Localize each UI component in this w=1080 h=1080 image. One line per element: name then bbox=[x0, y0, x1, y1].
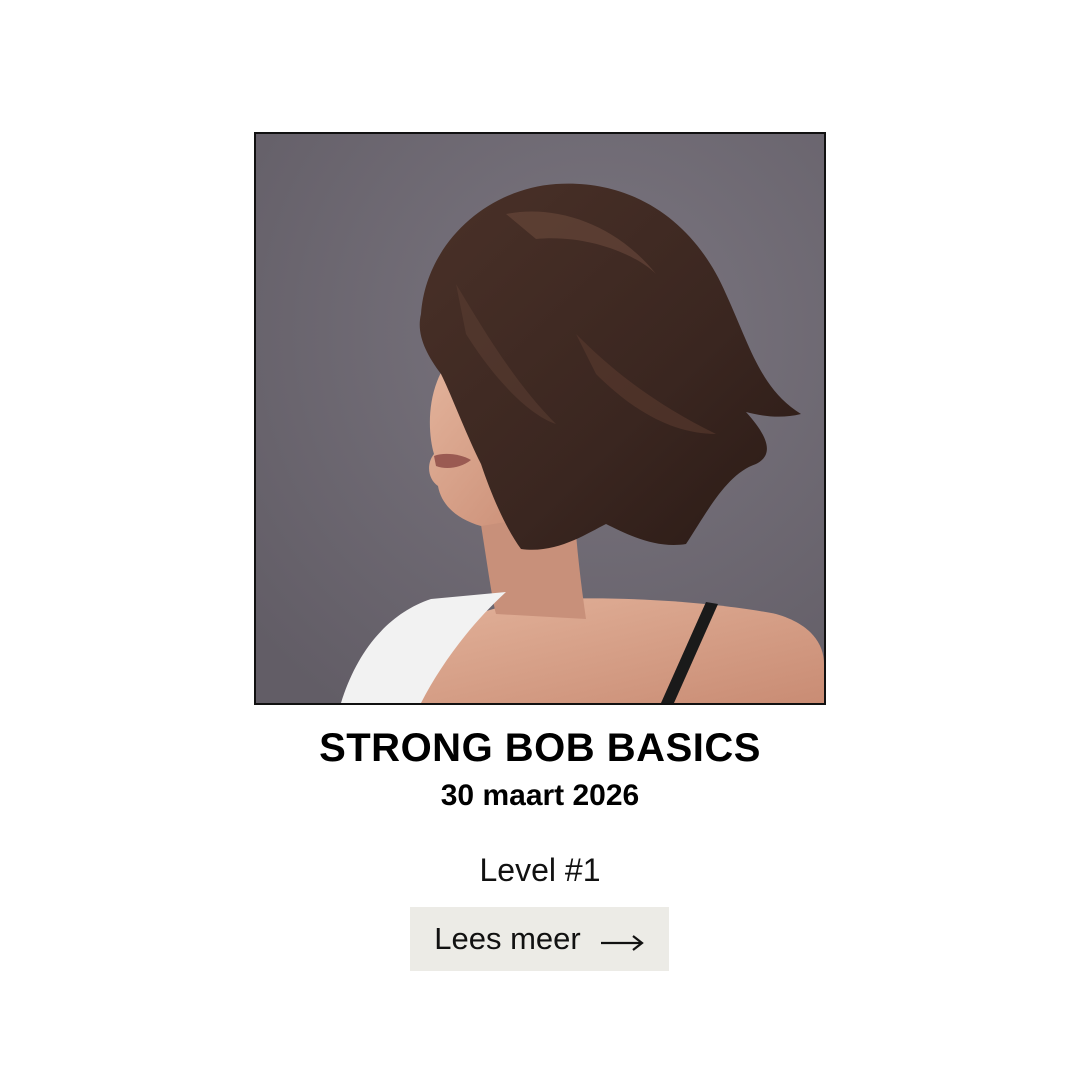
course-photo[interactable] bbox=[254, 132, 826, 705]
arrow-right-icon bbox=[599, 929, 645, 951]
read-more-button[interactable]: Lees meer bbox=[410, 907, 669, 971]
read-more-label: Lees meer bbox=[434, 921, 581, 956]
course-title: STRONG BOB BASICS bbox=[319, 726, 761, 770]
course-card: STRONG BOB BASICS 30 maart 2026 Level #1… bbox=[0, 0, 1080, 1080]
course-level: Level #1 bbox=[479, 852, 601, 888]
model-portrait-image bbox=[256, 134, 824, 703]
course-date: 30 maart 2026 bbox=[440, 779, 640, 812]
